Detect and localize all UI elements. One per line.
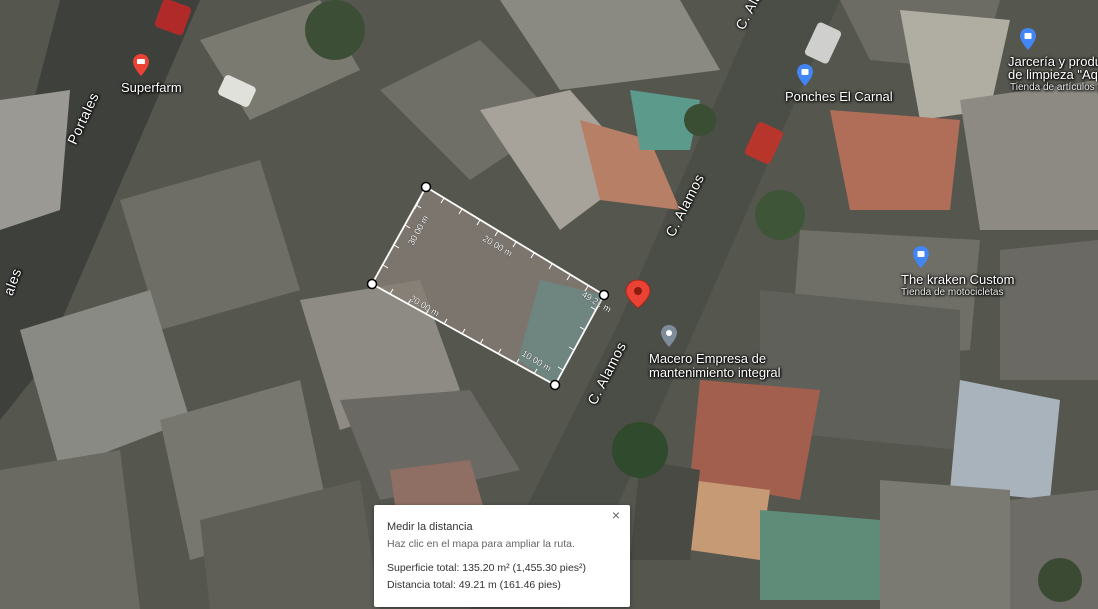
measure-distance-panel: Medir la distancia Haz clic en el mapa p… (374, 505, 630, 607)
poi-category-jarceria: Tienda de artículos p (1010, 82, 1098, 93)
shopping-pin-icon[interactable] (1020, 28, 1036, 50)
shopping-pin-icon[interactable] (913, 246, 929, 268)
vertex-handle[interactable] (598, 289, 610, 301)
poi-label-jarceria-2[interactable]: de limpieza "Aqu (1008, 68, 1098, 82)
panel-hint: Haz clic en el mapa para ampliar la ruta… (387, 538, 575, 550)
poi-category-kraken: Tienda de motocicletas (901, 287, 1004, 298)
business-pin-icon[interactable] (661, 325, 677, 347)
total-area-text: Superficie total: 135.20 m² (1,455.30 pi… (387, 562, 587, 574)
panel-title: Medir la distancia (387, 521, 473, 533)
pharmacy-pin-icon[interactable] (133, 54, 149, 76)
poi-label-ponches[interactable]: Ponches El Carnal (785, 90, 893, 104)
vertex-handle[interactable] (366, 278, 378, 290)
vertex-handle[interactable] (420, 181, 432, 193)
poi-label-superfarm[interactable]: Superfarm (121, 81, 182, 95)
vertex-handle[interactable] (549, 379, 561, 391)
shopping-pin-icon[interactable] (797, 64, 813, 86)
total-distance-text: Distancia total: 49.21 m (161.46 pies) (387, 579, 561, 591)
poi-label-macero-1[interactable]: Macero Empresa de (649, 352, 766, 366)
poi-label-macero-2[interactable]: mantenimiento integral (649, 366, 781, 380)
poi-label-kraken[interactable]: The kraken Custom (901, 273, 1014, 287)
close-icon[interactable]: × (608, 507, 624, 523)
